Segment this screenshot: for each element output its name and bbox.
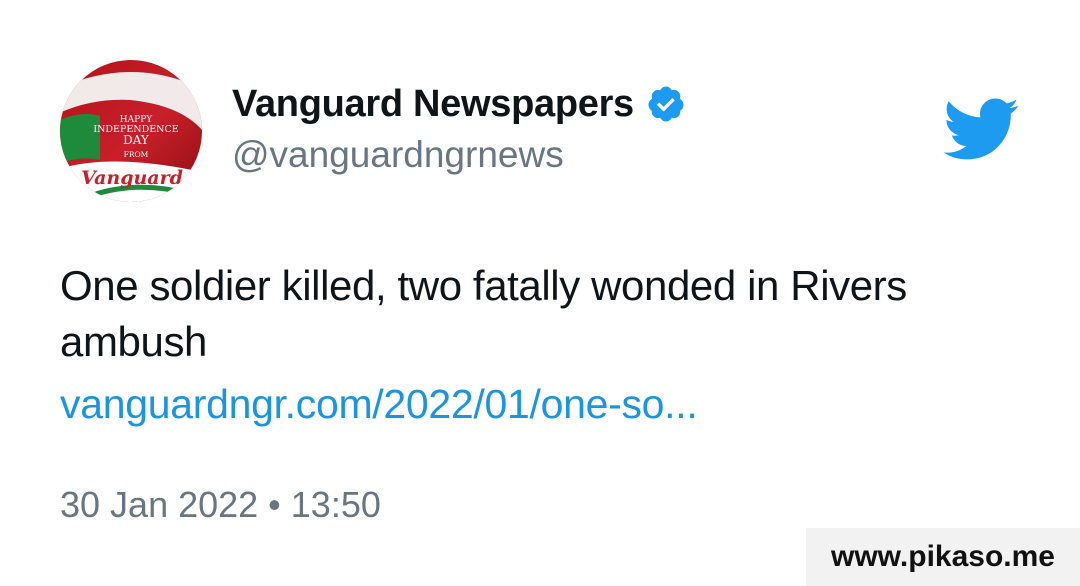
display-name[interactable]: Vanguard Newspapers: [232, 83, 634, 126]
twitter-bird-icon[interactable]: [940, 96, 1020, 162]
avatar[interactable]: HAPPY INDEPENDENCE DAY FROM Vanguard: [60, 60, 202, 202]
watermark: www.pikaso.me: [806, 528, 1080, 586]
avatar-text-brand: Vanguard: [81, 167, 183, 189]
tweet-text: One soldier killed, two fatally wonded i…: [60, 262, 907, 365]
avatar-text-from: FROM: [124, 150, 149, 159]
tweet-link[interactable]: vanguardngr.com/2022/01/one-so...: [60, 376, 698, 432]
user-handle[interactable]: @vanguardngrnews: [232, 134, 564, 176]
verified-badge-icon: [646, 84, 686, 124]
tweet-timestamp[interactable]: 30 Jan 2022 • 13:50: [60, 484, 381, 526]
watermark-text: www.pikaso.me: [831, 540, 1055, 573]
avatar-image: HAPPY INDEPENDENCE DAY FROM Vanguard: [60, 60, 202, 202]
tweet-card: HAPPY INDEPENDENCE DAY FROM Vanguard Van…: [0, 0, 1080, 586]
avatar-text-day: DAY: [123, 133, 150, 147]
display-name-row: Vanguard Newspapers: [232, 78, 686, 130]
